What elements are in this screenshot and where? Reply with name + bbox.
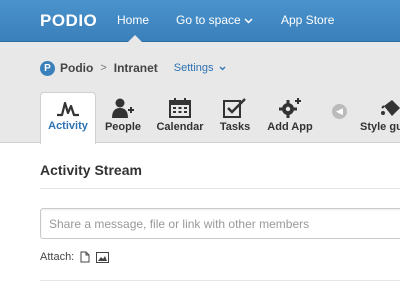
breadcrumb-separator: > [100,62,107,74]
activity-icon [57,101,79,117]
checkbox-icon [223,98,246,118]
nav-go-to-space-label: Go to space [176,13,241,27]
file-icon[interactable] [80,251,90,263]
divider [40,280,400,281]
tab-people-label: People [104,121,142,133]
attach-label: Attach: [40,251,75,263]
tab-add-app-label: Add App [267,121,313,133]
settings-dropdown[interactable]: Settings [174,62,226,74]
share-input[interactable] [40,208,400,239]
calendar-icon [169,98,191,118]
podio-logo[interactable]: PODIO [40,11,97,31]
image-icon[interactable] [96,251,110,263]
tab-add-app[interactable]: Add App [262,92,318,144]
tab-people[interactable]: People [100,92,146,144]
page-title: Activity Stream [40,162,142,178]
tab-style-guide-label: Style gu [360,121,400,133]
attach-row: Attach: [40,251,110,263]
tab-style-guide[interactable]: Style gu [360,92,400,144]
tabs-scroll-left-button[interactable]: ◀ [332,104,347,119]
settings-label: Settings [173,62,214,74]
chevron-down-icon [219,66,225,71]
nav-go-to-space[interactable]: Go to space [176,13,253,27]
tab-tasks[interactable]: Tasks [215,92,255,144]
add-person-icon [112,98,134,118]
tab-calendar-label: Calendar [156,121,204,133]
nav-app-store[interactable]: App Store [281,13,334,27]
divider [40,188,400,189]
tab-calendar[interactable]: Calendar [152,92,208,144]
breadcrumb-workspace[interactable]: Intranet [114,61,158,75]
breadcrumb-org[interactable]: Podio [60,61,93,75]
top-navigation-bar: PODIO Home Go to space App Store [0,0,400,42]
active-nav-indicator [128,35,142,42]
chevron-down-icon [244,18,253,24]
podio-org-icon: P [40,60,55,76]
chevron-left-icon: ◀ [336,106,343,116]
tab-activity-label: Activity [48,120,88,132]
gear-plus-icon [279,98,301,118]
tab-activity[interactable]: Activity [40,92,96,145]
tab-tasks-label: Tasks [219,121,251,133]
paint-bucket-icon [381,100,400,116]
breadcrumb: P Podio > Intranet Settings [40,59,226,77]
nav-home[interactable]: Home [117,13,149,27]
